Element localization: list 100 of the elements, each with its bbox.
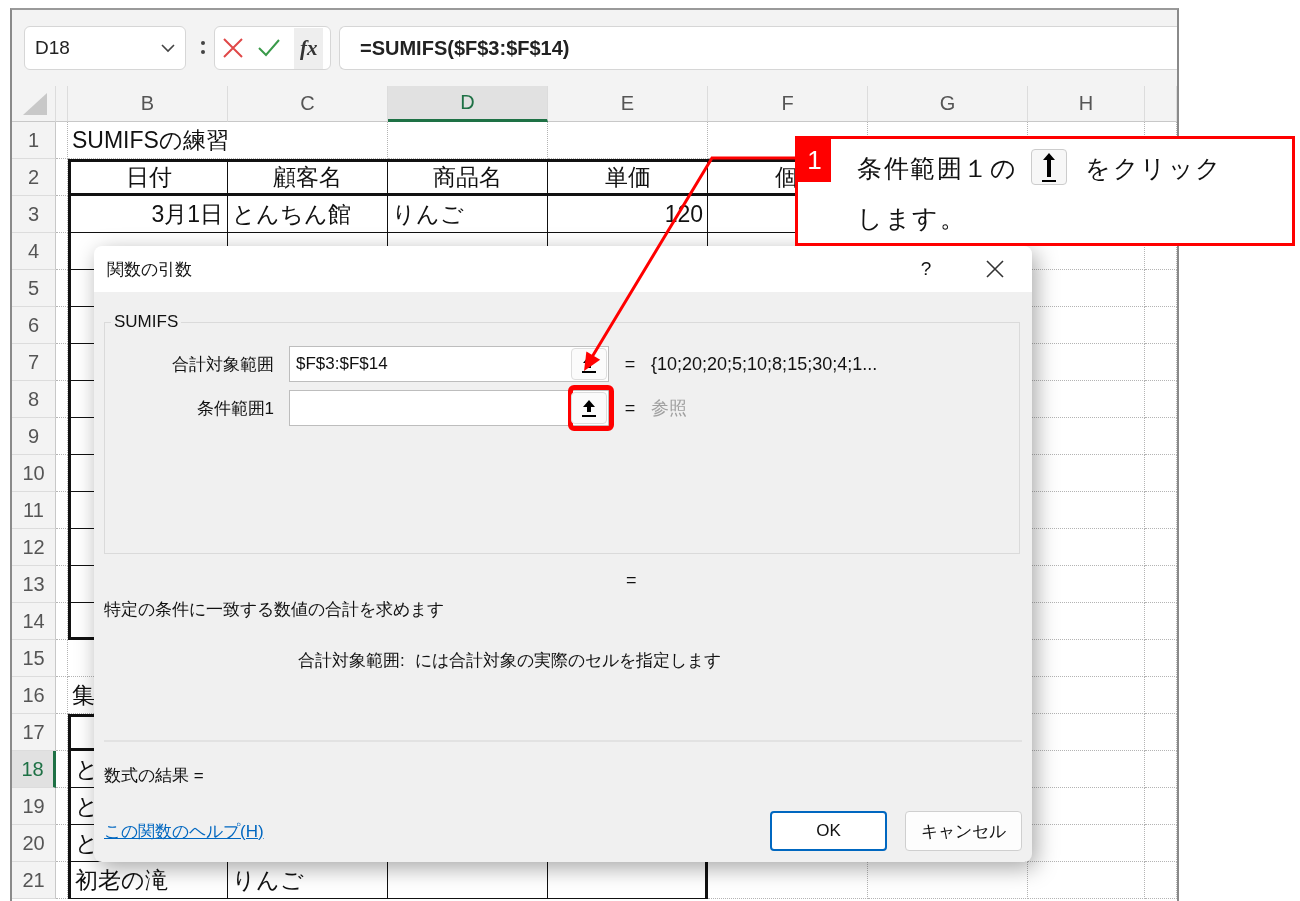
row-header[interactable]: 5 xyxy=(12,270,56,307)
empty-cell xyxy=(56,825,68,862)
result-value: {10;20;20;5;10;8;15;30;4;1... xyxy=(651,353,879,375)
name-box[interactable]: D18 xyxy=(24,26,186,70)
row-header[interactable]: 13 xyxy=(12,566,56,603)
formula-result-label: 数式の結果 = xyxy=(104,765,205,787)
row-header[interactable]: 8 xyxy=(12,381,56,418)
step-number: 1 xyxy=(798,139,831,182)
empty-cell xyxy=(56,492,68,529)
column-header[interactable]: H xyxy=(1028,86,1145,122)
check-icon[interactable] xyxy=(256,38,281,58)
empty-cell xyxy=(1145,862,1177,899)
empty-cell xyxy=(1145,751,1177,788)
collapse-dialog-button[interactable] xyxy=(571,392,607,424)
close-icon[interactable] xyxy=(985,259,1005,279)
column-heading-cell: 顧客名 xyxy=(228,159,388,196)
instruction-text: をクリック xyxy=(1085,154,1223,182)
argument-field[interactable]: $F$3:$F$14 xyxy=(289,346,609,382)
empty-cell xyxy=(56,418,68,455)
column-header[interactable]: G xyxy=(868,86,1028,122)
empty-cell xyxy=(1145,603,1177,640)
empty-cell xyxy=(56,344,68,381)
empty-cell xyxy=(1145,270,1177,307)
table-cell: りんご xyxy=(388,196,548,233)
row-header[interactable]: 15 xyxy=(12,640,56,677)
argument-description: には合計対象の実際のセルを指定します xyxy=(414,650,721,672)
row-header[interactable]: 7 xyxy=(12,344,56,381)
row-header[interactable]: 3 xyxy=(12,196,56,233)
empty-cell xyxy=(1145,529,1177,566)
dialog-button[interactable]: OK xyxy=(770,811,887,851)
empty-cell xyxy=(56,788,68,825)
row-header[interactable]: 4 xyxy=(12,233,56,270)
empty-cell xyxy=(56,603,68,640)
empty-cell xyxy=(56,159,68,196)
formula-field[interactable]: =SUMIFS($F$3:$F$14) xyxy=(339,26,1177,70)
empty-cell xyxy=(1145,492,1177,529)
row-header[interactable]: 18 xyxy=(12,751,56,788)
empty-cell xyxy=(56,566,68,603)
row-header[interactable]: 17 xyxy=(12,714,56,751)
result-hint: 参照 xyxy=(651,397,688,420)
empty-cell xyxy=(1145,640,1177,677)
empty-cell xyxy=(1145,825,1177,862)
equals-sign: = xyxy=(623,397,637,419)
empty-cell xyxy=(1145,344,1177,381)
column-heading-cell: 商品名 xyxy=(388,159,548,196)
empty-cell xyxy=(56,455,68,492)
argument-label: 条件範囲1 xyxy=(195,397,275,420)
column-header[interactable]: F xyxy=(708,86,868,122)
row-header[interactable]: 2 xyxy=(12,159,56,196)
empty-cell xyxy=(56,714,68,751)
column-header[interactable]: C xyxy=(228,86,388,122)
empty-cell xyxy=(1145,677,1177,714)
empty-cell xyxy=(56,381,68,418)
empty-cell xyxy=(56,862,68,899)
column-header[interactable]: B xyxy=(68,86,228,122)
empty-cell xyxy=(1145,455,1177,492)
upload-button-icon xyxy=(1031,149,1067,186)
argument-label: 合計対象範囲 xyxy=(171,353,275,376)
instruction-text: します。 xyxy=(857,204,966,232)
row-header[interactable]: 20 xyxy=(12,825,56,862)
row-header[interactable]: 16 xyxy=(12,677,56,714)
table-cell: とんちん館 xyxy=(228,196,388,233)
help-button[interactable]: ? xyxy=(915,258,937,280)
row-header[interactable]: 21 xyxy=(12,862,56,899)
cell-reference: D18 xyxy=(35,37,70,59)
row-header[interactable]: 9 xyxy=(12,418,56,455)
row-header[interactable]: 12 xyxy=(12,529,56,566)
column-header[interactable]: D xyxy=(388,86,548,122)
row-header[interactable]: 11 xyxy=(12,492,56,529)
argument-field[interactable] xyxy=(289,390,609,426)
table-cell: SUMIFSの練習 xyxy=(68,122,388,159)
empty-cell xyxy=(56,270,68,307)
row-header[interactable]: 1 xyxy=(12,122,56,159)
dialog-button[interactable]: キャンセル xyxy=(905,811,1022,851)
empty-cell xyxy=(56,196,68,233)
empty-cell xyxy=(1145,381,1177,418)
cancel-icon[interactable] xyxy=(221,37,244,59)
empty-cell xyxy=(1145,566,1177,603)
row-header[interactable]: 14 xyxy=(12,603,56,640)
column-heading-cell: 単価 xyxy=(548,159,708,196)
chevron-down-icon[interactable] xyxy=(161,43,175,53)
function-description: 特定の条件に一致する数値の合計を求めます xyxy=(104,599,445,621)
argument-name: 合計対象範囲: xyxy=(298,650,405,672)
empty-cell xyxy=(56,233,68,270)
empty-cell xyxy=(56,529,68,566)
empty-cell xyxy=(1145,714,1177,751)
equals-sign: = xyxy=(623,353,637,375)
empty-cell xyxy=(56,307,68,344)
row-header[interactable]: 6 xyxy=(12,307,56,344)
empty-cell xyxy=(1145,788,1177,825)
row-header[interactable]: 19 xyxy=(12,788,56,825)
column-header[interactable]: E xyxy=(548,86,708,122)
empty-cell xyxy=(1145,418,1177,455)
insert-function-button[interactable]: fx xyxy=(293,27,324,69)
empty-cell xyxy=(56,751,68,788)
row-header[interactable]: 10 xyxy=(12,455,56,492)
table-cell: 3月1日 xyxy=(68,196,228,233)
equals-sign: = xyxy=(626,570,638,590)
function-name: SUMIFS xyxy=(113,312,180,332)
empty-cell xyxy=(1145,307,1177,344)
